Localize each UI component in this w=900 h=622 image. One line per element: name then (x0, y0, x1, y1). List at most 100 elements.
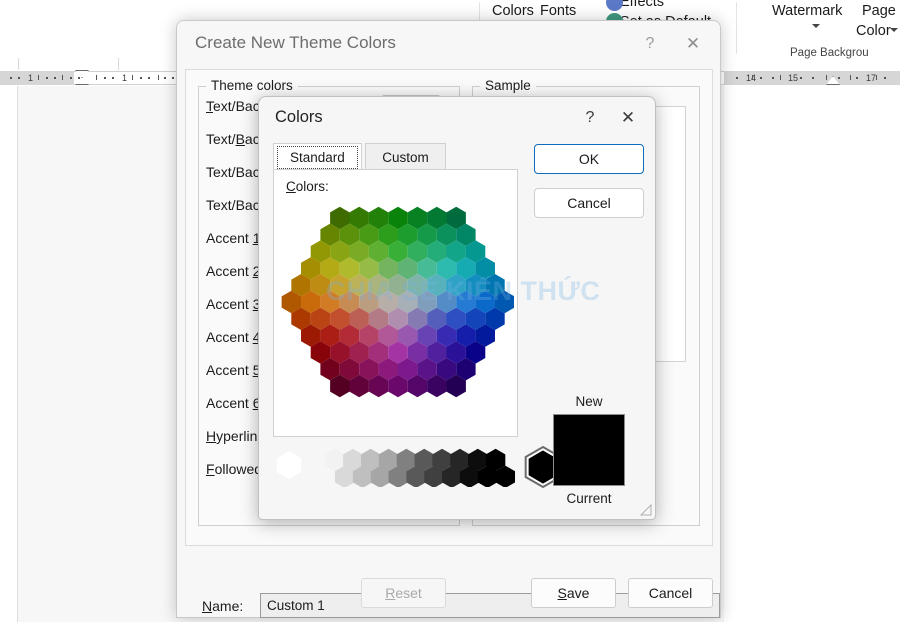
colors-label-rest: olors: (296, 179, 329, 194)
ruler-tick-label: 1 (122, 73, 127, 83)
close-icon[interactable]: ✕ (680, 32, 706, 56)
save-button[interactable]: Save (531, 578, 616, 608)
ruler-minor-tick (140, 77, 142, 79)
ruler-major-tick (826, 75, 827, 80)
document-page-right-area (724, 86, 900, 622)
ruler-minor-tick (838, 77, 840, 79)
theme-dialog-title: Create New Theme Colors (195, 33, 396, 53)
theme-row-label-11: Followed (206, 461, 262, 477)
tab-custom[interactable]: Custom (365, 143, 446, 170)
ruler-major-tick (62, 75, 63, 80)
ruler-minor-tick (856, 77, 858, 79)
resize-grip-icon[interactable] (640, 504, 652, 516)
reset-button[interactable]: Reset (361, 578, 446, 608)
tab-custom-label: Custom (382, 150, 429, 165)
ruler-tick-label: 17 (866, 73, 876, 83)
help-icon[interactable]: ? (639, 33, 661, 55)
name-label-rest: ame: (212, 598, 243, 614)
row-label-pre: Accent (206, 230, 253, 246)
row-label-accesskey: T (206, 98, 213, 114)
current-color-label: Current (534, 491, 644, 506)
sample-group-label: Sample (480, 78, 536, 93)
ruler-minor-tick (18, 77, 20, 79)
name-label: Name: (202, 598, 243, 614)
ruler-tick-label: 1 (28, 73, 33, 83)
grayscale-hexagon-row[interactable] (273, 445, 518, 487)
ruler-minor-tick (148, 77, 150, 79)
ribbon-effects-button[interactable]: Effects (620, 0, 664, 10)
ruler-major-tick (132, 75, 133, 80)
ruler-major-tick (158, 75, 159, 80)
ribbon-fonts-button[interactable]: Fonts (540, 3, 576, 19)
colors-label-accesskey: C (286, 179, 296, 194)
ruler-minor-tick (112, 77, 114, 79)
ruler-tick-label: 14 (746, 73, 756, 83)
row-label-pre: Accent (206, 296, 253, 312)
ruler-minor-tick (884, 77, 886, 79)
new-color-swatch (553, 414, 625, 486)
ruler-minor-tick (104, 77, 106, 79)
theme-row-label-5: Accent 2 (206, 263, 261, 279)
colors-dialog-title: Colors (275, 108, 323, 127)
new-color-label: New (534, 394, 644, 409)
theme-dialog-title-bar: Create New Theme Colors ? ✕ (177, 21, 720, 68)
save-label-rest: ave (567, 585, 590, 601)
ruler-minor-tick (760, 77, 762, 79)
hexagon-canvas (280, 200, 514, 430)
name-label-accesskey: N (202, 598, 212, 614)
row-label-post: ollowed (215, 461, 262, 477)
ruler-minor-tick (78, 77, 80, 79)
ribbon-separator (736, 2, 737, 54)
row-label-pre: Accent (206, 395, 253, 411)
ruler-major-tick (96, 75, 97, 80)
ruler-major-tick (38, 75, 39, 80)
ruler-minor-tick (772, 77, 774, 79)
ruler-minor-tick (46, 77, 48, 79)
watermark-dropdown-caret[interactable] (812, 24, 820, 28)
ruler-major-tick (850, 75, 851, 80)
tab-standard[interactable]: Standard (273, 143, 362, 170)
document-page-left-edge (0, 86, 18, 622)
ruler-tick-label: 15 (788, 73, 798, 83)
colors-help-icon[interactable]: ? (579, 107, 601, 129)
row-label-accesskey: H (206, 428, 216, 444)
colors-dialog: Colors ? ✕ Standard Custom Colors: OK Ca… (258, 96, 656, 520)
ribbon-page-background-group-label[interactable]: Page Backgrou (790, 47, 869, 59)
tab-focus-outline (277, 146, 358, 169)
reset-label-rest: eset (395, 585, 421, 601)
ribbon-page-color-button[interactable]: Page (862, 3, 896, 19)
colors-close-icon[interactable]: ✕ (615, 106, 641, 130)
hexagon-canvas (273, 445, 518, 487)
ribbon-colors-button[interactable]: Colors (492, 3, 534, 19)
ruler-minor-tick (70, 77, 72, 79)
ok-button[interactable]: OK (534, 144, 644, 174)
row-label-pre: Accent (206, 263, 253, 279)
row-label-pre: Accent (206, 329, 253, 345)
cancel-button[interactable]: Cancel (628, 578, 713, 608)
ruler-minor-tick (800, 77, 802, 79)
ribbon-page-color-line2[interactable]: Color (856, 23, 891, 39)
ruler-minor-tick (172, 77, 174, 79)
grayscale-hexagon-white[interactable] (277, 451, 301, 479)
ruler-minor-tick (164, 77, 166, 79)
save-accesskey: S (558, 585, 567, 601)
reset-accesskey: R (385, 585, 395, 601)
ruler-major-tick (780, 75, 781, 80)
color-hexagon-wheel[interactable] (280, 200, 514, 430)
ruler-major-tick (752, 75, 753, 80)
theme-row-label-6: Accent 3 (206, 296, 261, 312)
theme-row-label-9: Accent 6 (206, 395, 261, 411)
theme-row-label-8: Accent 5 (206, 362, 261, 378)
colors-cancel-button[interactable]: Cancel (534, 188, 644, 218)
row-label-pre: Text/ (206, 131, 236, 147)
page-color-dropdown-caret[interactable] (890, 28, 898, 32)
ruler-minor-tick (10, 77, 12, 79)
colors-tab-strip: Standard Custom (273, 143, 445, 170)
colors-field-label: Colors: (286, 179, 329, 194)
row-label-accesskey: F (206, 461, 215, 477)
ribbon-watermark-button[interactable]: Watermark (772, 3, 842, 19)
row-label-accesskey: B (236, 131, 245, 147)
standard-tab-pane: Colors: (273, 169, 518, 437)
ruler-major-tick (876, 75, 877, 80)
theme-row-label-10: Hyperlink (206, 428, 264, 444)
